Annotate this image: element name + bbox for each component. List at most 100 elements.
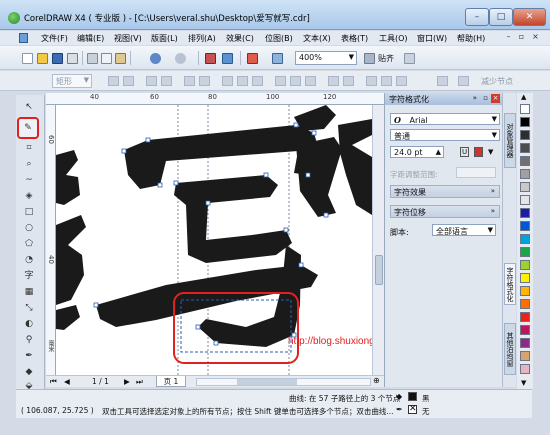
reflect-horizontal-icon[interactable]	[381, 76, 392, 86]
extend-curve-icon[interactable]	[290, 76, 301, 86]
horizontal-scroll-thumb[interactable]	[237, 379, 297, 385]
export-icon[interactable]	[222, 53, 233, 64]
align-nodes-icon[interactable]	[366, 76, 377, 86]
freehand-tool-icon[interactable]: ~	[21, 173, 37, 187]
pick-tool-icon[interactable]: ↖	[21, 100, 37, 114]
navigator-icon[interactable]: ⊕	[373, 376, 380, 385]
character-shift-section[interactable]: 字符位移 »	[390, 205, 500, 218]
zoom-tool-icon[interactable]: ⌕	[21, 157, 37, 171]
color-swatch[interactable]	[520, 286, 530, 296]
menu-window[interactable]: 窗口(W)	[417, 33, 447, 44]
reduce-nodes-button[interactable]: 减少节点	[481, 76, 513, 87]
doc-close-icon[interactable]: ×	[530, 32, 541, 43]
import-icon[interactable]	[205, 53, 216, 64]
ellipse-tool-icon[interactable]: ○	[21, 221, 37, 235]
close-window-button[interactable]: ✕	[513, 8, 546, 26]
application-launcher-icon[interactable]	[247, 53, 258, 64]
selection-mode-select[interactable]: 矩形 ▼	[52, 74, 92, 88]
color-swatch[interactable]	[520, 247, 530, 257]
break-curve-icon[interactable]	[161, 76, 172, 86]
delete-node-icon[interactable]	[123, 76, 134, 86]
color-swatch[interactable]	[520, 325, 530, 335]
text-tool-icon[interactable]: 字	[21, 269, 37, 283]
vertical-ruler[interactable]: 60 40 毫米	[46, 105, 56, 375]
color-swatch[interactable]	[520, 195, 530, 205]
undo-icon[interactable]	[150, 53, 161, 64]
color-swatch[interactable]	[520, 234, 530, 244]
doc-minimize-icon[interactable]: –	[503, 32, 514, 43]
partial-character-right[interactable]	[294, 105, 372, 217]
open-folder-icon[interactable]	[37, 53, 48, 64]
minimize-button[interactable]: –	[465, 8, 489, 26]
menu-table[interactable]: 表格(T)	[341, 33, 368, 44]
print-icon[interactable]	[67, 53, 78, 64]
stretch-nodes-icon[interactable]	[328, 76, 339, 86]
script-select[interactable]: 全部语言 ▼	[432, 224, 496, 236]
tab-object-manager[interactable]: 对象管理器	[504, 113, 516, 168]
maximize-button[interactable]: □	[489, 8, 513, 26]
color-swatch[interactable]	[520, 130, 530, 140]
interactive-blend-icon[interactable]: ◐	[21, 317, 37, 331]
shape-tool-icon[interactable]: ✎	[17, 117, 39, 139]
artwork[interactable]: http://blog.shuxiong.net	[56, 105, 372, 375]
outline-tool-icon[interactable]: ✒	[21, 349, 37, 363]
tab-other-dockers[interactable]: 其他泊坞窗	[504, 323, 516, 375]
menu-effects[interactable]: 效果(C)	[226, 33, 254, 44]
rotate-nodes-icon[interactable]	[343, 76, 354, 86]
menu-file[interactable]: 文件(F)	[41, 33, 68, 44]
to-curve-icon[interactable]	[199, 76, 210, 86]
color-swatch[interactable]	[520, 143, 530, 153]
rectangle-tool-icon[interactable]: □	[21, 205, 37, 219]
color-swatch[interactable]	[520, 221, 530, 231]
save-icon[interactable]	[52, 53, 63, 64]
full-screen-preview-icon[interactable]	[364, 53, 375, 64]
menu-view[interactable]: 视图(V)	[114, 33, 142, 44]
dimension-tool-icon[interactable]: ⤡	[21, 301, 37, 315]
menu-arrange[interactable]: 排列(A)	[188, 33, 216, 44]
reverse-direction-icon[interactable]	[275, 76, 286, 86]
partial-character-left[interactable]	[56, 150, 86, 330]
menu-text[interactable]: 文本(X)	[303, 33, 331, 44]
spinner-icon[interactable]: ▲	[436, 148, 441, 156]
table-tool-icon[interactable]: ▦	[21, 285, 37, 299]
cusp-node-icon[interactable]	[222, 76, 233, 86]
color-swatch[interactable]	[520, 169, 530, 179]
zoom-level-select[interactable]: 400% ▼	[295, 51, 357, 65]
palette-scroll-down-icon[interactable]: ▼	[521, 379, 526, 387]
elastic-mode-icon[interactable]	[437, 76, 448, 86]
document-icon[interactable]	[19, 33, 28, 43]
docker-close-icon[interactable]: ×	[491, 94, 500, 103]
docker-expand-icon[interactable]: ▫	[483, 94, 488, 102]
join-nodes-icon[interactable]	[146, 76, 157, 86]
reflect-vertical-icon[interactable]	[396, 76, 407, 86]
menu-bitmaps[interactable]: 位图(B)	[265, 33, 293, 44]
color-swatch[interactable]	[520, 156, 530, 166]
paste-icon[interactable]	[115, 53, 126, 64]
add-node-icon[interactable]	[108, 76, 119, 86]
horizontal-ruler[interactable]: 40 60 80 100 120	[46, 93, 384, 105]
polygon-tool-icon[interactable]: ⬠	[21, 237, 37, 251]
color-swatch[interactable]	[520, 208, 530, 218]
color-swatch[interactable]	[520, 273, 530, 283]
previous-page-icon[interactable]: ◀	[64, 377, 70, 386]
color-swatch[interactable]	[520, 351, 530, 361]
character-effects-section[interactable]: 字符效果 »	[390, 185, 500, 198]
new-document-icon[interactable]	[22, 53, 33, 64]
color-swatch[interactable]	[520, 312, 530, 322]
color-swatch[interactable]	[520, 364, 530, 374]
doc-restore-icon[interactable]: ▫	[516, 32, 527, 43]
horizontal-scrollbar[interactable]	[196, 378, 371, 386]
fill-color-swatch[interactable]	[408, 392, 417, 401]
menu-edit[interactable]: 编辑(E)	[77, 33, 104, 44]
first-page-icon[interactable]: ⏮	[50, 377, 57, 387]
options-icon[interactable]	[404, 53, 415, 64]
vertical-scroll-thumb[interactable]	[375, 255, 383, 285]
brush-character-write[interactable]	[96, 125, 318, 347]
vertical-scrollbar[interactable]	[372, 105, 384, 375]
color-swatch[interactable]	[520, 338, 530, 348]
font-style-select[interactable]: 普通 ▼	[390, 129, 500, 141]
drawing-canvas[interactable]: http://blog.shuxiong.net	[56, 105, 372, 375]
docker-collapse-icon[interactable]: »	[473, 94, 477, 102]
color-swatch[interactable]	[520, 117, 530, 127]
palette-scroll-up-icon[interactable]: ▲	[521, 93, 526, 101]
